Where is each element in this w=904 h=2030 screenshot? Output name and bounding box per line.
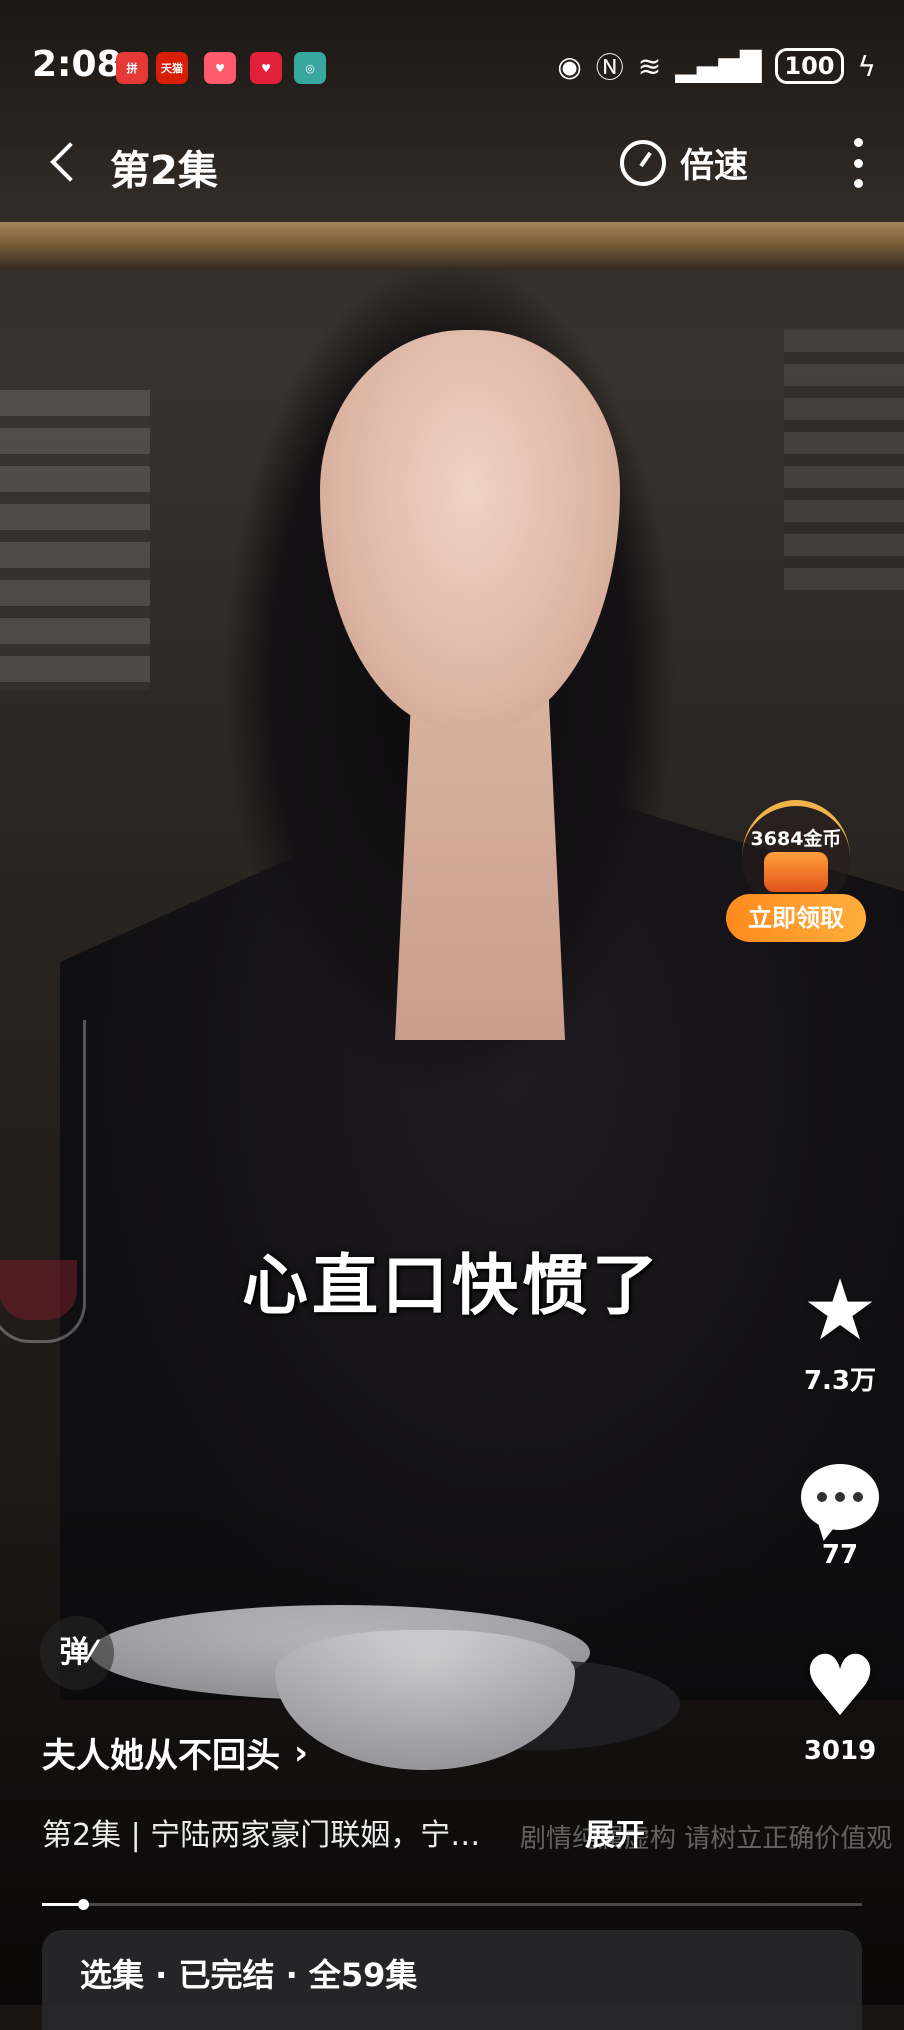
episode-selector-bar[interactable]: 选集 · 已完结 · 全59集 [42, 1930, 862, 2030]
background-blinds-left [0, 390, 150, 690]
star-icon: ★ [802, 1261, 878, 1359]
background-blinds-right [784, 330, 904, 590]
expand-button[interactable]: 展开 [585, 1810, 645, 1854]
comment-count: 77 [821, 1540, 859, 1570]
more-options-icon[interactable] [848, 138, 868, 188]
progress-handle[interactable] [78, 1899, 89, 1910]
disclaimer-watermark: 剧情纯属虚构 请树立正确价值观 [520, 1824, 893, 1854]
favorite-button[interactable]: ★ 7.3万 [790, 1262, 890, 1397]
coin-reward-widget[interactable]: 3684金币 立即领取 [726, 800, 866, 950]
comment-icon [801, 1464, 879, 1530]
status-bar: 2:08 拼 天猫 ♥ ♥ ◎ ◉ Ⓝ ≋ ▂▄▆█ 100 ϟ [0, 40, 904, 96]
like-count: 3019 [803, 1736, 877, 1766]
speed-label: 倍速 [680, 146, 748, 186]
drama-title-link[interactable]: 夫人她从不回头 › [42, 1728, 308, 1777]
danmaku-toggle[interactable]: 弹⁄ [40, 1616, 114, 1690]
health-app-icon: ◎ [294, 52, 326, 84]
wifi-icon: ≋ [637, 49, 662, 83]
comment-button[interactable]: 77 [790, 1450, 890, 1570]
playback-progress[interactable] [42, 1899, 862, 1910]
nfc-icon: Ⓝ [595, 51, 624, 84]
battery-indicator: 100 [775, 48, 844, 84]
episode-title: 第2集 [110, 148, 218, 194]
charging-icon: ϟ [857, 49, 876, 83]
back-arrow-icon[interactable] [44, 138, 84, 184]
danmaku-label: 弹 [59, 1635, 90, 1670]
chevron-right-icon: › [294, 1732, 309, 1773]
actress-neck [395, 680, 565, 1040]
top-nav: 第2集 倍速 [0, 130, 904, 200]
speed-gauge-icon [620, 139, 666, 186]
heart-icon: ♥ [802, 1637, 878, 1735]
speed-button[interactable]: 倍速 [620, 138, 748, 187]
xiaohongshu-icon: ♥ [204, 52, 236, 84]
video-frame[interactable] [0, 0, 904, 2005]
episode-description: 第2集 | 宁陆两家豪门联姻，宁… [42, 1818, 481, 1853]
system-icons: ◉ Ⓝ ≋ ▂▄▆█ 100 ϟ [557, 46, 876, 86]
status-time: 2:08 [32, 44, 122, 85]
like-button[interactable]: ♥ 3019 [790, 1638, 890, 1766]
drama-title: 夫人她从不回头 [42, 1736, 280, 1776]
progress-fill [42, 1903, 83, 1906]
claim-now-button[interactable]: 立即领取 [726, 894, 866, 942]
tmall-icon: 天猫 [156, 52, 188, 84]
eye-icon: ◉ [557, 49, 582, 83]
red-envelope-icon [764, 852, 828, 892]
episode-selector-text: 选集 · 已完结 · 全59集 [80, 1956, 418, 1994]
signal-icon: ▂▄▆█ [675, 49, 762, 83]
favorite-count: 7.3万 [803, 1366, 877, 1396]
pinduoduo-icon: 拼 [116, 52, 148, 84]
coin-count: 3684金币 [750, 828, 842, 850]
heart-app-icon: ♥ [250, 52, 282, 84]
video-subtitle: 心直口快惯了 [242, 1247, 662, 1324]
